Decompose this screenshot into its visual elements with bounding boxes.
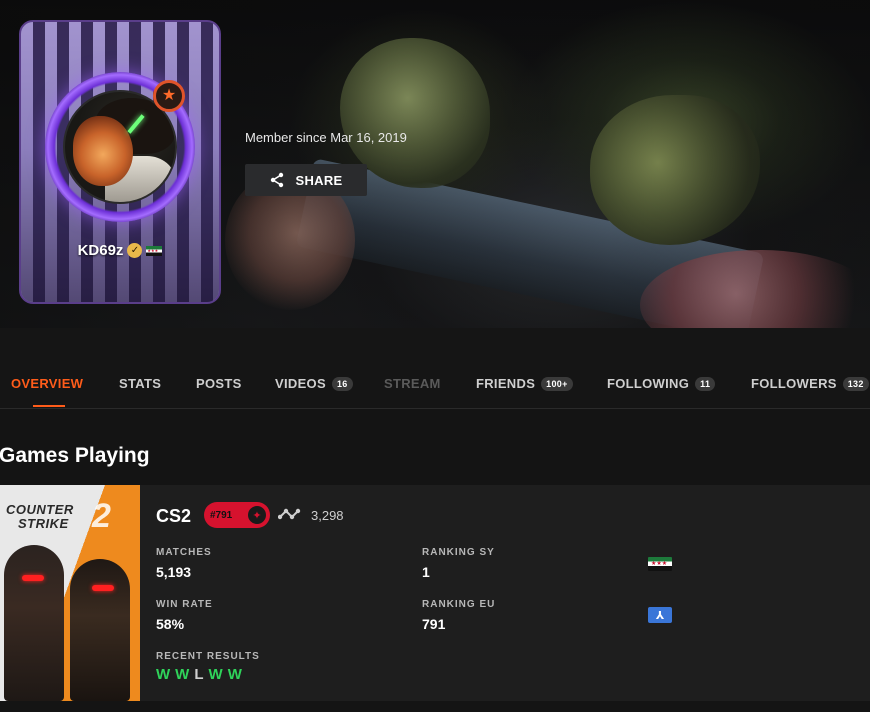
cover-soldier-left xyxy=(4,545,64,701)
tab-stats[interactable]: STATS xyxy=(119,376,161,408)
ranking-eu-label: RANKING EU xyxy=(422,599,496,610)
result-item: W xyxy=(208,666,223,683)
ranking-sy-value: 1 xyxy=(422,564,430,580)
elo-wave-icon xyxy=(277,507,302,526)
tab-videos-label: VIDEOS xyxy=(275,376,326,391)
tab-followers-label: FOLLOWERS xyxy=(751,376,837,391)
tab-friends[interactable]: FRIENDS 100+ xyxy=(476,376,573,408)
game-card[interactable]: COUNTER STRIKE 2 CS2 #791 ✦ 3,298 MATCHE… xyxy=(0,485,870,701)
tab-followers[interactable]: FOLLOWERS 132 xyxy=(751,376,869,408)
flag-syria-icon xyxy=(146,245,163,256)
elo-value: 3,298 xyxy=(311,508,344,523)
win-rate-value: 58% xyxy=(156,616,185,632)
tab-friends-count: 100+ xyxy=(541,377,573,391)
recent-results: W W L W W xyxy=(156,666,242,683)
tab-following-label: FOLLOWING xyxy=(607,376,690,391)
game-rank: #791 xyxy=(210,509,233,521)
game-cover-image[interactable]: COUNTER STRIKE 2 xyxy=(0,485,140,701)
star-rank-icon: ★ xyxy=(153,80,185,112)
win-rate-label: WIN RATE xyxy=(156,599,213,610)
matches-value: 5,193 xyxy=(156,564,192,580)
cover-logo-number: 2 xyxy=(92,497,111,535)
result-item: W xyxy=(175,666,190,683)
matches-label: MATCHES xyxy=(156,547,212,558)
tab-posts-label: POSTS xyxy=(196,376,242,391)
tab-posts[interactable]: POSTS xyxy=(196,376,242,408)
cover-logo-line2: STRIKE xyxy=(18,516,69,531)
share-icon xyxy=(269,172,285,188)
game-title: CS2 xyxy=(156,506,192,526)
tab-stream[interactable]: STREAM xyxy=(384,376,441,408)
recent-results-label: RECENT RESULTS xyxy=(156,651,260,662)
tab-overview-label: OVERVIEW xyxy=(11,376,84,391)
profile-card: ★ KD69z ✓ xyxy=(19,20,221,304)
cover-logo: COUNTER STRIKE xyxy=(6,503,74,531)
username: KD69z xyxy=(77,242,124,259)
ranking-eu-value: 791 xyxy=(422,616,446,632)
flag-syria-icon xyxy=(648,557,672,571)
member-since: Member since Mar 16, 2019 xyxy=(245,130,407,145)
share-button[interactable]: SHARE xyxy=(245,164,367,196)
section-title: Games Playing xyxy=(0,444,150,467)
tab-followers-count: 132 xyxy=(842,377,869,391)
rank-medal-icon: ✦ xyxy=(246,504,268,526)
tab-friends-label: FRIENDS xyxy=(476,376,536,391)
tab-overview[interactable]: OVERVIEW xyxy=(11,376,83,408)
game-rank-badge: #791 ✦ xyxy=(204,502,270,528)
ranking-sy-label: RANKING SY xyxy=(422,547,495,558)
result-item: W xyxy=(156,666,171,683)
tab-stream-label: STREAM xyxy=(384,376,441,391)
share-button-label: SHARE xyxy=(295,172,343,188)
cover-soldier-right xyxy=(70,559,130,701)
tab-following[interactable]: FOLLOWING 11 xyxy=(607,376,716,408)
username-row: KD69z ✓ xyxy=(21,242,219,259)
profile-tabs: OVERVIEW STATS POSTS VIDEOS 16 STREAM FR… xyxy=(0,328,870,409)
tab-videos-count: 16 xyxy=(331,377,353,391)
profile-page: ★ KD69z ✓ Member since Mar 16, 2019 SHAR… xyxy=(0,0,870,712)
tab-following-count: 11 xyxy=(695,377,716,391)
verified-badge-icon: ✓ xyxy=(127,243,143,258)
result-item: L xyxy=(194,666,204,683)
flag-europe-icon: ⅄ xyxy=(648,607,672,623)
cover-logo-line1: COUNTER xyxy=(6,502,74,517)
tab-stats-label: STATS xyxy=(119,376,162,391)
tab-videos[interactable]: VIDEOS 16 xyxy=(275,376,353,408)
result-item: W xyxy=(227,666,242,683)
